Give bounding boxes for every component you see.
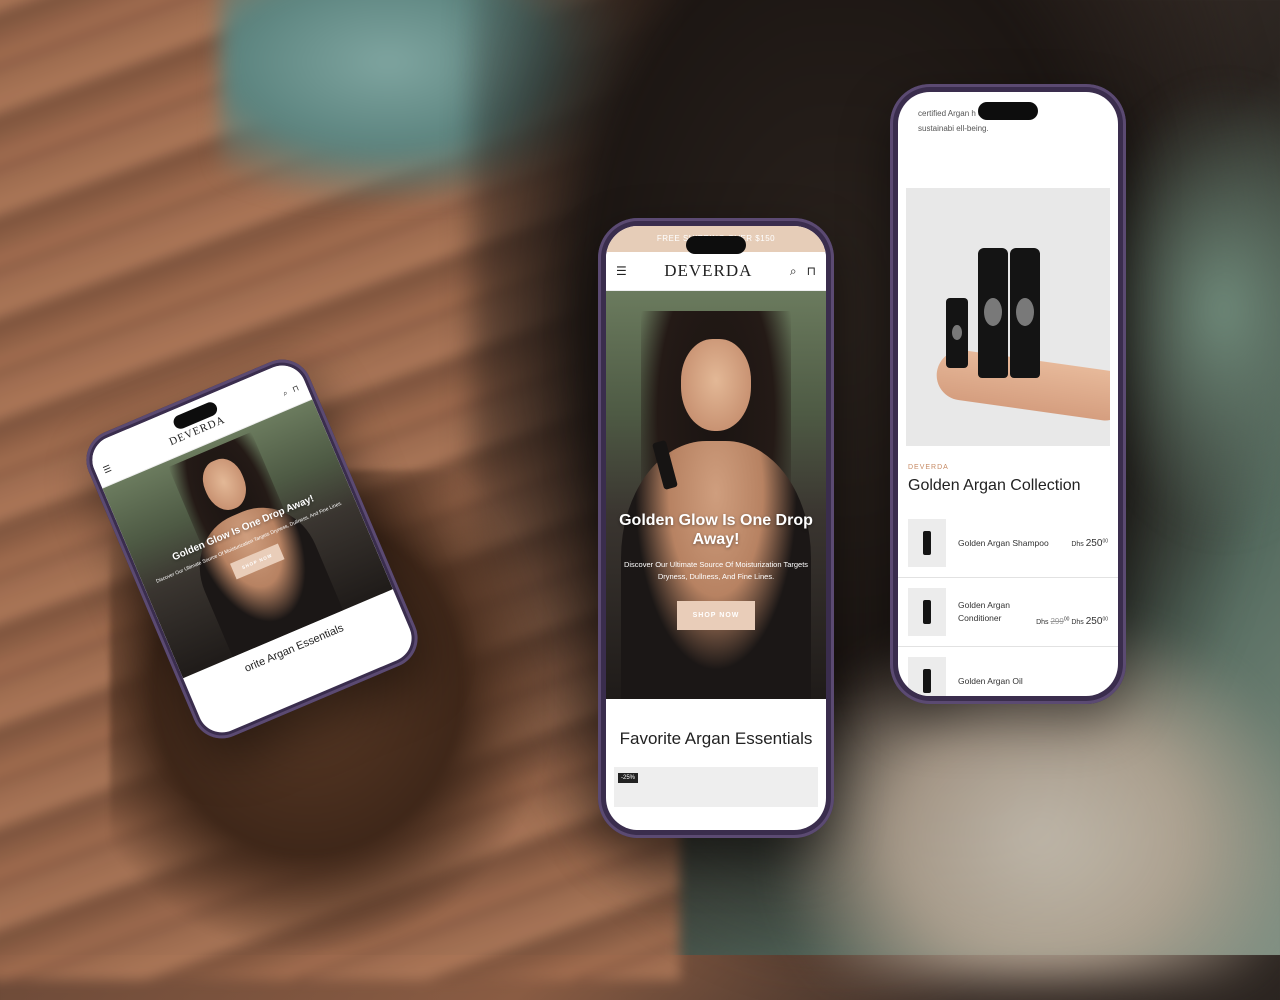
brand-tag: DEVERDA xyxy=(908,464,949,472)
shampoo-bottle xyxy=(978,248,1008,379)
phone-mockup-center: FREE SHIPPING OVER $150 ☰ DEVERDA ⌕ ⊓ Go… xyxy=(598,218,834,838)
product-name: Golden Argan Shampoo xyxy=(958,537,1049,548)
price-value: 250 xyxy=(1085,615,1103,627)
hero-model-face xyxy=(681,339,751,431)
phone-screen-right: certified Argan h environmental sustaina… xyxy=(898,92,1118,696)
old-price-cents: 00 xyxy=(1063,616,1070,623)
collection-title: Golden Argan Collection xyxy=(908,477,1081,495)
price-value: 250 xyxy=(1085,537,1103,549)
discount-badge: -25% xyxy=(618,773,639,783)
dynamic-island xyxy=(978,102,1038,120)
price-currency: Dhs xyxy=(1036,618,1049,626)
collection-photo xyxy=(906,188,1110,447)
old-price: 299 xyxy=(1050,616,1064,626)
price-currency: Dhs xyxy=(1071,618,1084,626)
search-icon[interactable]: ⌕ xyxy=(281,388,289,398)
product-name: Golden Argan Oil xyxy=(958,675,1023,686)
product-name: Golden Argan Conditioner xyxy=(958,599,1010,624)
product-row[interactable]: Golden Argan Conditioner Dhs 29900 Dhs 2… xyxy=(898,578,1118,648)
price-cents: 00 xyxy=(1102,538,1108,545)
price-cents: 00 xyxy=(1102,616,1108,623)
hero-banner: Golden Glow Is One Drop Away! Discover O… xyxy=(606,291,826,699)
hero-text: Golden Glow Is One Drop Away! Discover O… xyxy=(606,511,826,631)
conditioner-bottle xyxy=(1010,248,1040,379)
product-price: Dhs 25000 xyxy=(1071,538,1108,549)
section-title: Favorite Argan Essentials xyxy=(619,729,813,748)
brand-logo[interactable]: DEVERDA xyxy=(664,261,752,281)
phone-mockup-right: certified Argan h environmental sustaina… xyxy=(890,84,1126,704)
price-currency: Dhs xyxy=(1071,540,1084,548)
bag-icon[interactable]: ⊓ xyxy=(807,265,816,277)
product-thumbnail xyxy=(908,519,946,568)
bag-icon[interactable]: ⊓ xyxy=(291,383,300,394)
hero-subtitle: Discover Our Ultimate Source Of Moisturi… xyxy=(623,560,809,582)
product-price: Dhs 29900 Dhs 25000 xyxy=(1036,616,1108,627)
about-line: sustainabi ell-being. xyxy=(918,124,989,134)
phone-screen-center: FREE SHIPPING OVER $150 ☰ DEVERDA ⌕ ⊓ Go… xyxy=(606,226,826,830)
nav-bar: ☰ DEVERDA ⌕ ⊓ xyxy=(606,252,826,291)
product-row[interactable]: Golden Argan Shampoo Dhs 25000 xyxy=(898,509,1118,579)
menu-icon[interactable]: ☰ xyxy=(616,265,627,277)
menu-icon[interactable]: ☰ xyxy=(101,463,112,475)
product-card[interactable]: -25% xyxy=(614,767,818,807)
dynamic-island xyxy=(686,236,746,254)
hero-title: Golden Glow Is One Drop Away! xyxy=(619,512,813,549)
search-icon[interactable]: ⌕ xyxy=(790,265,797,277)
product-row[interactable]: Golden Argan Oil xyxy=(898,647,1118,696)
product-thumbnail xyxy=(908,588,946,637)
oil-bottle xyxy=(946,298,968,369)
product-thumbnail xyxy=(908,657,946,696)
shop-now-button[interactable]: SHOP NOW xyxy=(676,601,756,631)
